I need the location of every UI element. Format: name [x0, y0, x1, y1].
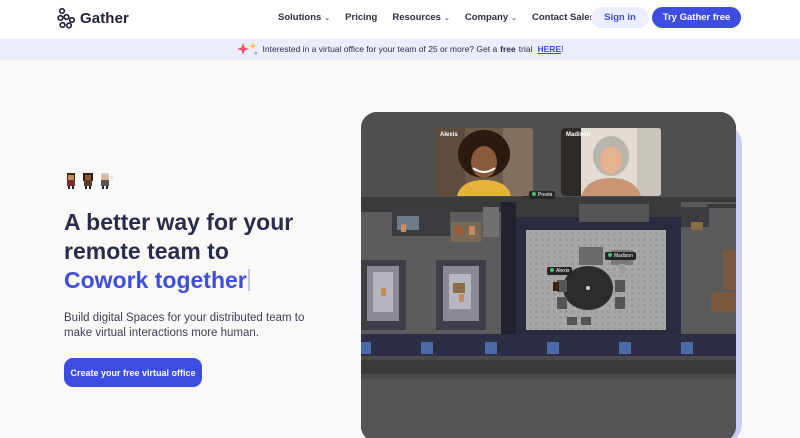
menu-item-label: Pricing — [345, 12, 378, 23]
avatar-icon — [83, 173, 93, 189]
menu-item-label: Solutions — [278, 12, 322, 23]
hero-title: A better way for your remote team to Cow… — [64, 208, 344, 295]
brand-name: Gather — [80, 9, 129, 27]
player-tag: Presta — [529, 191, 556, 199]
virtual-office-preview: Alexis Madison Presta Alexis Madison — [361, 112, 736, 438]
online-dot — [532, 192, 536, 196]
sign-in-button[interactable]: Sign in — [591, 7, 649, 28]
try-free-button[interactable]: Try Gather free — [652, 7, 741, 28]
online-dot — [550, 268, 554, 272]
banner-text-end: ! — [561, 44, 564, 54]
menu-item-resources[interactable]: Resources ⌄ — [392, 12, 449, 23]
player-tag: Madison — [605, 252, 636, 260]
brand-logo[interactable]: Gather — [57, 7, 129, 29]
video-tile[interactable]: Alexis — [435, 128, 533, 196]
menu-item-solutions[interactable]: Solutions ⌄ — [278, 12, 330, 23]
chevron-down-icon: ⌄ — [443, 14, 450, 22]
menu-item-pricing[interactable]: Pricing — [345, 12, 377, 23]
menu-item-contact-sales[interactable]: Contact Sales — [532, 12, 595, 23]
participant-video-image — [561, 128, 661, 196]
banner-text: Interested in a virtual office for your … — [262, 44, 498, 54]
virtual-office-map — [361, 112, 736, 438]
banner-text-after: trial — [518, 44, 533, 54]
menu-item-label: Company — [464, 12, 509, 23]
avatar-icon — [101, 173, 113, 189]
menu-item-label: Resources — [392, 12, 441, 23]
player-tag: Alexis — [547, 267, 573, 275]
banner-bold-text: free — [500, 44, 516, 54]
main-menu: Solutions ⌄ Pricing Resources ⌄ Company … — [278, 12, 610, 23]
video-participant-name: Madison — [566, 132, 591, 138]
menu-item-company[interactable]: Company ⌄ — [465, 12, 517, 23]
gather-logo-icon — [57, 7, 76, 29]
hero-subtitle: Build digital Spaces for your distribute… — [64, 312, 305, 339]
text-caret — [247, 269, 250, 291]
hero-title-line: remote team to — [64, 238, 229, 264]
banner-link[interactable]: HERE — [537, 44, 561, 54]
avatar-icon — [67, 173, 75, 189]
chevron-down-icon: ⌄ — [324, 14, 331, 22]
top-nav: Gather Solutions ⌄ Pricing Resources ⌄ C… — [0, 0, 800, 38]
chevron-down-icon: ⌄ — [511, 14, 517, 22]
participant-video-image — [435, 128, 533, 196]
video-tile[interactable]: Madison — [561, 128, 661, 196]
sparkle-icon — [236, 42, 259, 56]
avatar-icons — [64, 172, 114, 190]
promo-banner: Interested in a virtual office for your … — [0, 38, 800, 60]
online-dot — [608, 253, 612, 257]
video-participant-name: Alexis — [440, 132, 458, 138]
create-office-button[interactable]: Create your free virtual office — [64, 358, 202, 387]
hero-title-line: A better way for your — [64, 209, 294, 235]
menu-item-label: Contact Sales — [532, 12, 595, 23]
hero-title-highlight: Cowork together — [64, 267, 247, 293]
